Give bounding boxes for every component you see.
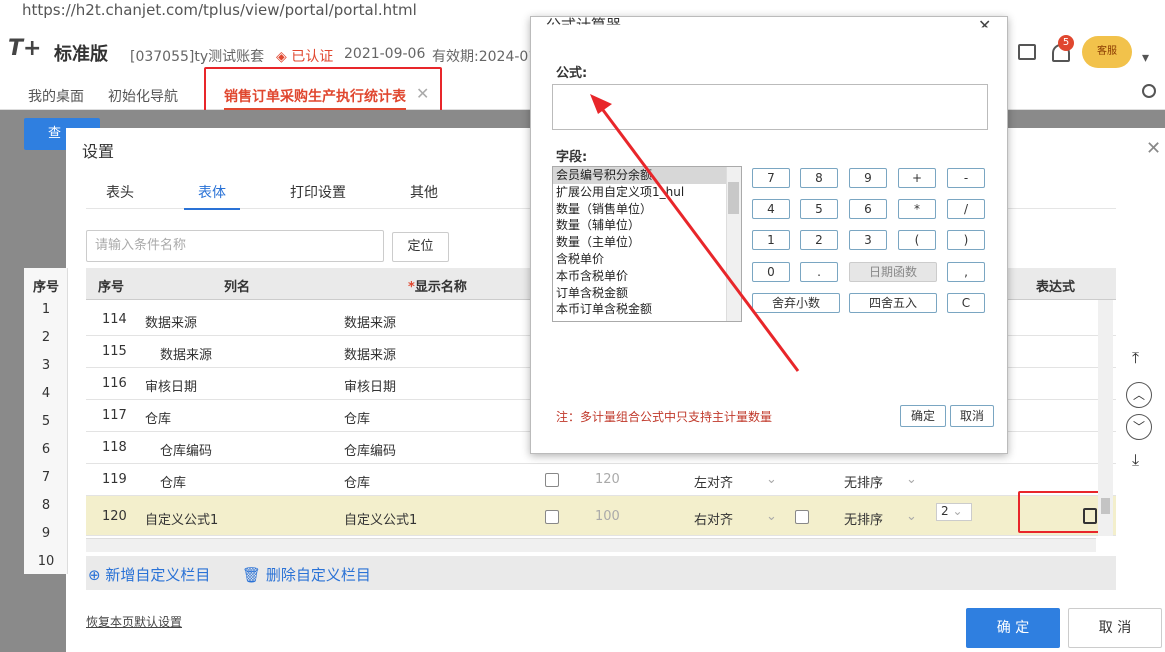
arrow-head	[590, 94, 612, 114]
annotation-arrow	[590, 94, 800, 372]
arrow-shaft	[598, 105, 800, 372]
